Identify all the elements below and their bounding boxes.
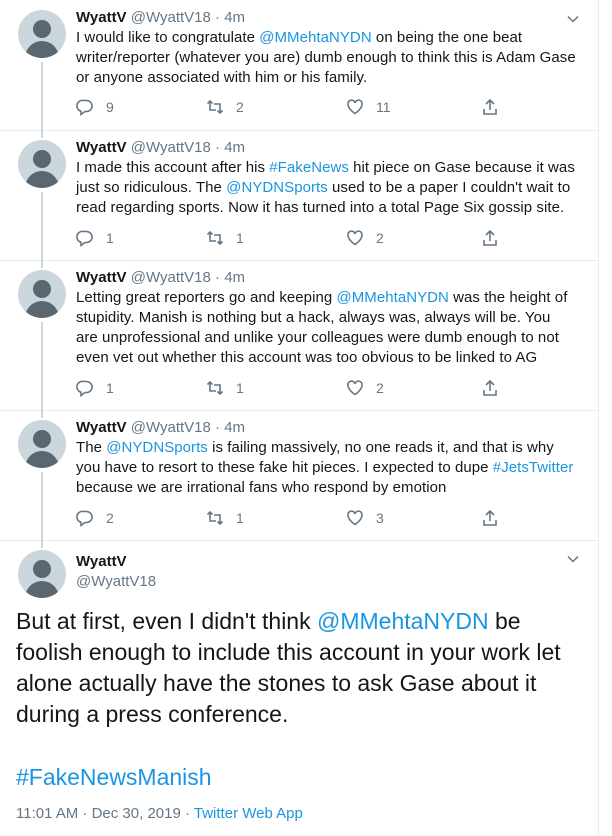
thread-line	[41, 62, 43, 130]
share-icon	[483, 379, 497, 396]
heart-icon	[347, 380, 363, 396]
hashtag-link[interactable]: #FakeNewsManish	[16, 762, 212, 793]
separator: ·	[215, 139, 221, 156]
mention-link[interactable]: @NYDNSports	[226, 179, 328, 196]
display-name[interactable]: WyattV	[76, 139, 127, 156]
share-button[interactable]	[481, 378, 511, 398]
chevron-down-icon[interactable]	[566, 12, 580, 26]
reply-button[interactable]: 2	[76, 508, 114, 528]
avatar[interactable]	[18, 420, 66, 468]
retweet-icon	[206, 230, 224, 246]
thread-line	[41, 410, 43, 418]
display-name[interactable]: WyattV	[76, 419, 127, 436]
like-button[interactable]: 2	[346, 228, 384, 248]
reply-button[interactable]: 9	[76, 97, 114, 117]
thread-line	[41, 192, 43, 260]
tweet-timestamp[interactable]: 11:01 AM · Dec 30, 2019	[16, 805, 181, 822]
share-icon	[483, 98, 497, 115]
thread-line	[41, 130, 43, 138]
retweet-button[interactable]: 1	[206, 228, 244, 248]
chevron-down-icon[interactable]	[566, 552, 580, 566]
tweet-actions: 2 1 3	[76, 508, 516, 528]
tweet-4[interactable]: WyattV @WyattV18 · 4m The @NYDNSports is…	[0, 410, 598, 541]
reply-button[interactable]: 1	[76, 228, 114, 248]
thread-line	[41, 322, 43, 410]
retweet-button[interactable]: 2	[206, 97, 244, 117]
retweet-icon	[206, 510, 224, 526]
tweet-meta: 11:01 AM · Dec 30, 2019 · Twitter Web Ap…	[16, 805, 303, 822]
separator: ·	[215, 9, 221, 26]
mention-link[interactable]: @NYDNSports	[106, 439, 208, 456]
thread-line	[41, 540, 43, 548]
tweet-text: The @NYDNSports is failing massively, no…	[76, 439, 574, 496]
mention-link[interactable]: @MMehtaNYDN	[336, 289, 448, 306]
heart-icon	[347, 230, 363, 246]
like-button[interactable]: 11	[346, 97, 391, 117]
share-button[interactable]	[481, 508, 511, 528]
thread-line	[41, 260, 43, 268]
share-button[interactable]	[481, 228, 511, 248]
retweet-button[interactable]: 1	[206, 378, 244, 398]
tweet-header: WyattV @WyattV18 · 4m	[76, 268, 245, 288]
avatar[interactable]	[18, 140, 66, 188]
retweet-icon	[206, 380, 224, 396]
reply-icon	[76, 230, 93, 247]
display-name[interactable]: WyattV	[76, 552, 127, 572]
tweet-header: WyattV @WyattV18 · 4m	[76, 418, 245, 438]
tweet-actions: 1 1 2	[76, 228, 516, 248]
share-icon	[483, 509, 497, 526]
avatar[interactable]	[18, 10, 66, 58]
thread-line	[41, 472, 43, 540]
tweet-2[interactable]: WyattV @WyattV18 · 4m I made this accoun…	[0, 130, 598, 261]
separator: ·	[215, 269, 221, 286]
user-handle[interactable]: @WyattV18	[131, 139, 211, 156]
user-handle[interactable]: @WyattV18	[131, 269, 211, 286]
tweet-text: Letting great reporters go and keeping @…	[76, 289, 568, 366]
hashtag-link[interactable]: #FakeNews	[269, 159, 349, 176]
avatar[interactable]	[18, 550, 66, 598]
tweet-header: WyattV @WyattV18 · 4m	[76, 8, 245, 28]
tweet-1[interactable]: WyattV @WyattV18 · 4m I would like to co…	[0, 0, 598, 131]
retweet-icon	[206, 99, 224, 115]
tweet-time[interactable]: 4m	[224, 139, 245, 156]
display-name[interactable]: WyattV	[76, 9, 127, 26]
user-handle[interactable]: @WyattV18	[76, 572, 156, 592]
tweet-text: I would like to congratulate @MMehtaNYDN…	[76, 29, 576, 86]
retweet-button[interactable]: 1	[206, 508, 244, 528]
reply-icon	[76, 510, 93, 527]
tweet-header: WyattV @WyattV18 · 4m	[76, 138, 245, 158]
user-handle[interactable]: @WyattV18	[131, 419, 211, 436]
share-button[interactable]	[481, 97, 511, 117]
main-tweet-text: But at first, even I didn't think @MMeht…	[16, 608, 561, 727]
share-icon	[483, 229, 497, 246]
reply-icon	[76, 99, 93, 116]
display-name[interactable]: WyattV	[76, 269, 127, 286]
reply-icon	[76, 380, 93, 397]
tweet-time[interactable]: 4m	[224, 9, 245, 26]
tweet-actions: 9 2 11	[76, 97, 516, 117]
mention-link[interactable]: @MMehtaNYDN	[259, 29, 371, 46]
tweet-actions: 1 1 2	[76, 378, 516, 398]
column-border	[598, 0, 599, 836]
separator: ·	[215, 419, 221, 436]
avatar[interactable]	[18, 270, 66, 318]
mention-link[interactable]: @MMehtaNYDN	[317, 608, 489, 634]
tweet-text: I made this account after his #FakeNews …	[76, 159, 575, 216]
tweet-3[interactable]: WyattV @WyattV18 · 4m Letting great repo…	[0, 260, 598, 411]
heart-icon	[347, 510, 363, 526]
hashtag-link[interactable]: #JetsTwitter	[493, 459, 574, 476]
source-link[interactable]: Twitter Web App	[194, 805, 303, 822]
user-handle[interactable]: @WyattV18	[131, 9, 211, 26]
like-button[interactable]: 3	[346, 508, 384, 528]
heart-icon	[347, 99, 363, 115]
tweet-time[interactable]: 4m	[224, 269, 245, 286]
like-button[interactable]: 2	[346, 378, 384, 398]
reply-button[interactable]: 1	[76, 378, 114, 398]
tweet-time[interactable]: 4m	[224, 419, 245, 436]
